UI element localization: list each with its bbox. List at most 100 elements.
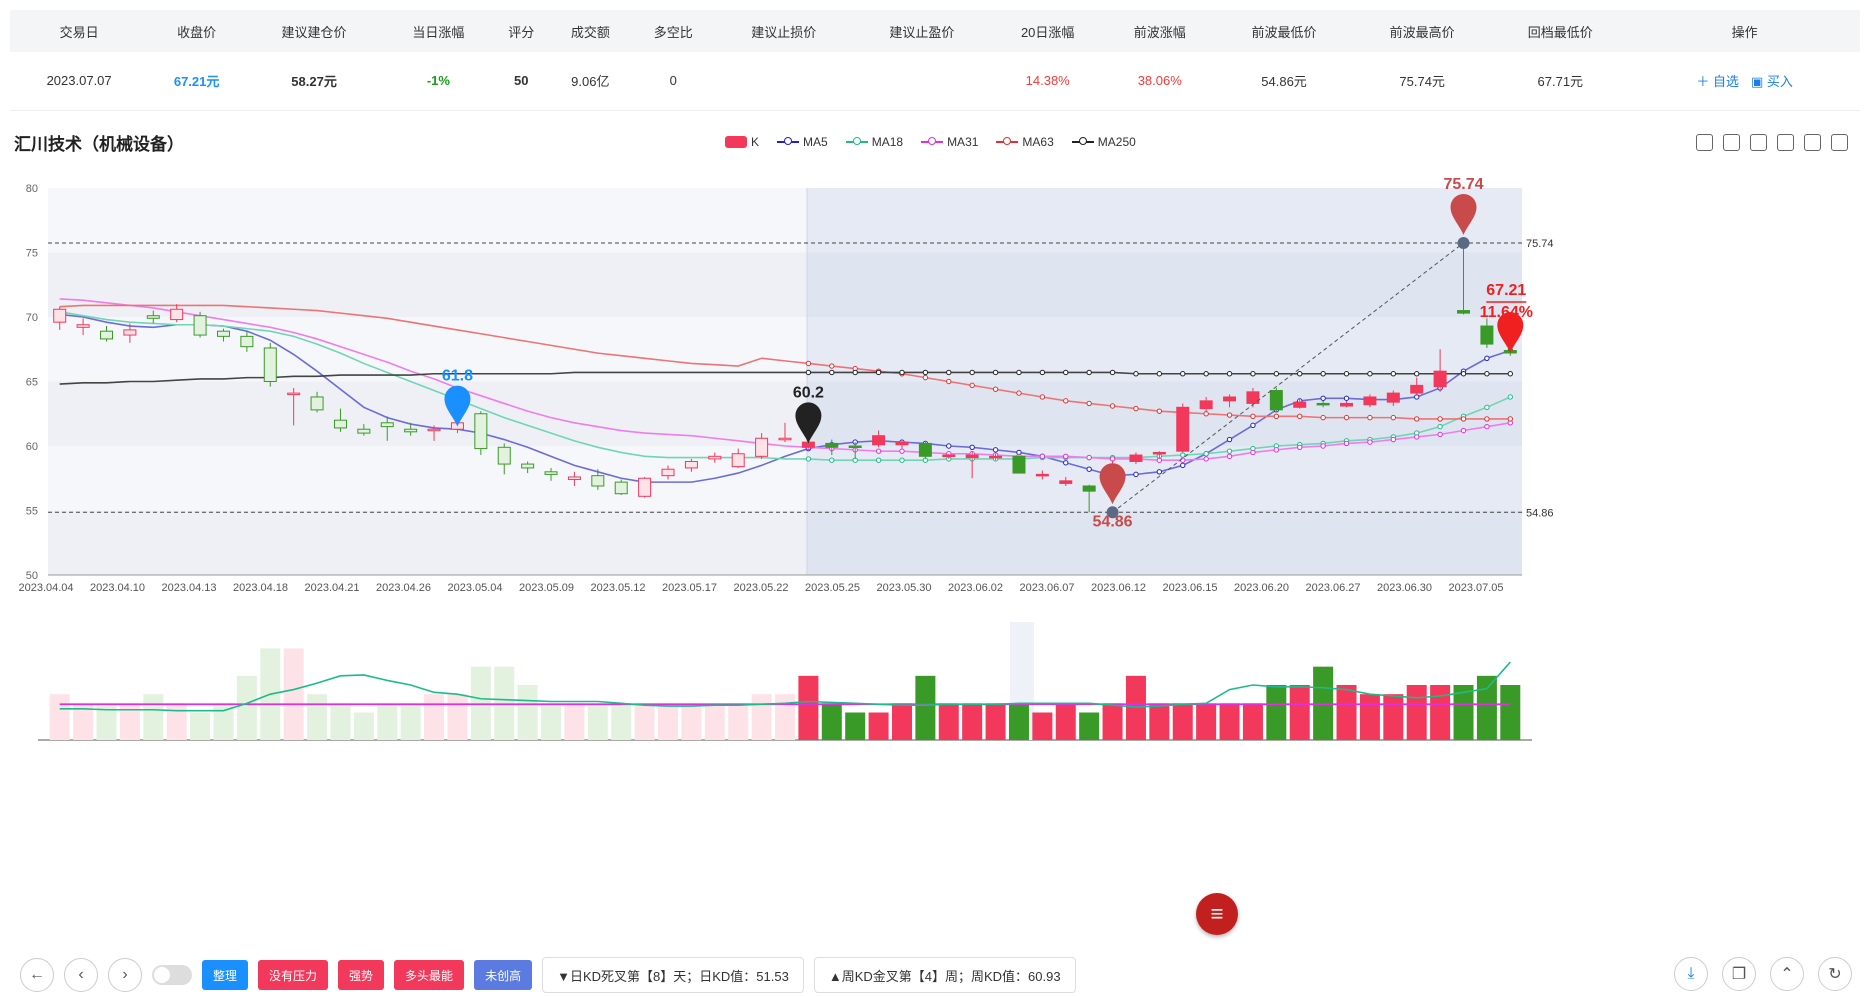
copy-button[interactable]: ❐: [1722, 957, 1756, 991]
ma-point: [1390, 371, 1397, 377]
ma-point: [805, 360, 812, 367]
ma-point: [875, 369, 882, 376]
volume-bar: [236, 675, 257, 740]
volume-bar: [751, 694, 772, 740]
status-tag[interactable]: 强势: [338, 960, 385, 990]
ma-point: [1016, 369, 1022, 376]
ma-point: [969, 382, 975, 389]
ma-point: [899, 369, 905, 376]
ma-point: [1484, 404, 1490, 411]
volume-bar: [307, 694, 328, 740]
legend-item[interactable]: MA250: [1071, 135, 1136, 149]
candle-body: [872, 435, 886, 446]
table-cell: -1%: [383, 52, 494, 111]
ma-point: [1343, 371, 1350, 377]
zoom-reset-icon[interactable]: [1750, 134, 1767, 151]
volume-bar: [1219, 703, 1240, 740]
candle-body: [544, 471, 558, 475]
legend-label: MA18: [871, 135, 904, 149]
legend-item[interactable]: MA5: [777, 135, 828, 149]
volume-bar: [962, 703, 983, 740]
legend-item[interactable]: MA63: [996, 135, 1054, 149]
volume-bar: [1172, 703, 1193, 740]
candle-body: [1152, 451, 1166, 455]
legend-swatch: [777, 137, 800, 145]
y-tick-label: 55: [26, 506, 38, 518]
candle-body: [193, 315, 207, 336]
candle-body: [76, 324, 90, 328]
legend-swatch: [845, 137, 868, 145]
candle-body: [989, 455, 1003, 459]
candle-body: [310, 396, 324, 411]
ma-point: [1297, 444, 1303, 450]
zoom-area-icon[interactable]: [1723, 134, 1740, 151]
volume-bar: [119, 703, 140, 740]
candle-body: [99, 330, 113, 340]
candle-body: [521, 463, 535, 469]
back-button[interactable]: ←: [20, 958, 54, 992]
reload-button[interactable]: ↻: [1818, 957, 1852, 991]
marker-label: 61.8: [442, 368, 473, 385]
kline-chart[interactable]: 50 55 60 65 70 75 80 2023.04.04 2023.04.10 2023.0…: [0, 160, 1866, 940]
candle-body: [778, 437, 792, 441]
ma-point: [1180, 371, 1186, 377]
next-button[interactable]: ›: [108, 958, 142, 992]
candle-body: [1176, 406, 1190, 452]
volume-bar: [1008, 703, 1029, 740]
legend-swatch: [725, 136, 747, 148]
x-tick-label: 2023.04.10: [90, 582, 145, 594]
status-tag[interactable]: 没有压力: [258, 960, 329, 990]
add-watchlist-button[interactable]: ＋ 自选: [1696, 74, 1739, 89]
ma-point: [1226, 371, 1233, 377]
trend-point: [1457, 236, 1470, 249]
legend-item[interactable]: MA18: [845, 135, 904, 149]
legend-item[interactable]: K: [725, 135, 759, 149]
download-icon[interactable]: [1831, 134, 1848, 151]
candle-body: [1316, 402, 1330, 406]
prev-button[interactable]: ‹: [64, 958, 98, 992]
ma-point: [1226, 448, 1233, 454]
volume-bar: [681, 703, 702, 740]
scroll-top-button[interactable]: ⌃: [1770, 957, 1804, 991]
x-tick-label: 2023.06.12: [1091, 582, 1146, 594]
refresh-icon[interactable]: [1696, 134, 1713, 151]
volume-bar: [400, 703, 421, 740]
x-tick-label: 2023.04.13: [161, 582, 216, 594]
status-tag[interactable]: 整理: [202, 960, 249, 990]
candle-body: [1363, 396, 1377, 406]
status-tag[interactable]: 多头最能: [394, 960, 465, 990]
ma-point: [1484, 355, 1490, 361]
x-tick-label: 2023.04.26: [376, 582, 431, 594]
download-button[interactable]: ⤓: [1674, 957, 1708, 991]
candle-body: [1269, 390, 1283, 411]
column-header: 前波最低价: [1214, 10, 1354, 52]
restore-icon[interactable]: [1777, 134, 1794, 151]
candle-body: [380, 422, 394, 428]
status-tag[interactable]: 未创高: [474, 960, 533, 990]
ma-point: [1507, 416, 1514, 422]
volume-bar: [938, 703, 959, 740]
clear-icon[interactable]: [1804, 134, 1821, 151]
ma-point: [1133, 371, 1139, 377]
x-tick-label: 2023.06.30: [1377, 582, 1432, 594]
legend-label: MA63: [1022, 135, 1054, 149]
menu-button[interactable]: ≡: [1196, 893, 1238, 935]
legend-item[interactable]: MA31: [921, 135, 978, 149]
volume-bar: [611, 703, 632, 740]
column-header: 前波涨幅: [1104, 10, 1215, 52]
volume-bar: [658, 703, 679, 740]
ma-point: [1063, 453, 1069, 460]
summary-table: 交易日 收盘价 建议建仓价 当日涨幅 评分 成交额 多空比 建议止损价 建议止盈价 20日涨幅 前波…: [10, 10, 1860, 111]
volume-bar: [166, 703, 187, 740]
actions-cell: ＋ 自选 ▣ 买入: [1629, 52, 1860, 111]
candle-body: [965, 454, 979, 459]
candle-body: [1480, 325, 1494, 345]
ma-point: [1063, 398, 1069, 404]
volume-bar: [377, 703, 398, 740]
marker-label: 75.74: [1443, 176, 1483, 193]
toggle-switch[interactable]: [152, 965, 192, 985]
buy-button[interactable]: ▣ 买入: [1751, 74, 1793, 89]
y-tick-label: 50: [26, 570, 38, 582]
candle-body: [614, 481, 628, 495]
candle-body: [1199, 400, 1213, 410]
